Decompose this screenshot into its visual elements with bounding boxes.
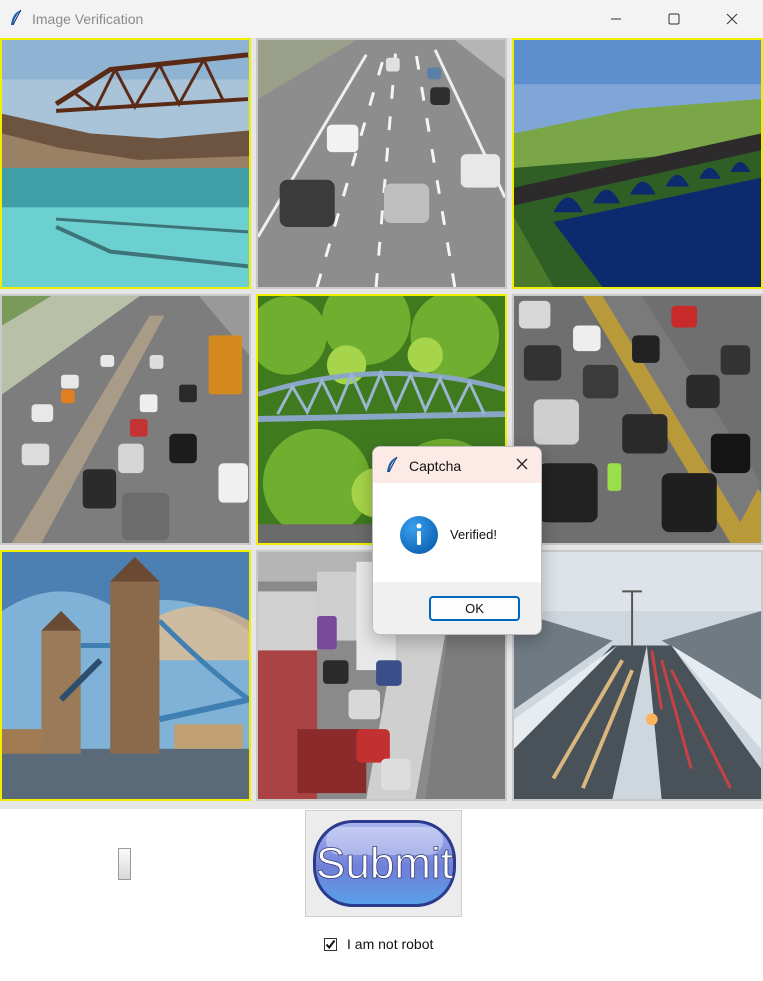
minimize-icon [611, 18, 621, 20]
grid-tile-2-highway[interactable] [256, 38, 507, 289]
submit-button-graphic: Submit [313, 820, 456, 907]
submit-button[interactable]: Submit [305, 810, 462, 917]
highway-traffic-image [2, 296, 249, 543]
robot-checkbox-row[interactable]: I am not robot [324, 935, 433, 953]
dialog-title-bar: Captcha [373, 447, 541, 483]
scale-handle[interactable] [118, 848, 131, 880]
grid-tile-7-bridge[interactable] [0, 550, 251, 801]
image-grid [0, 38, 763, 809]
maximize-button[interactable] [645, 0, 703, 38]
bridge-river-image [2, 40, 249, 287]
grid-tile-3-bridge[interactable] [512, 38, 763, 289]
traffic-jam-image [514, 296, 761, 543]
close-button[interactable] [703, 0, 761, 38]
dialog-message: Verified! [450, 527, 497, 542]
grid-tile-9-highway[interactable] [512, 550, 763, 801]
checkmark-icon [325, 939, 336, 949]
maximize-icon [668, 13, 680, 25]
captcha-dialog: Captcha Verified! OK [372, 446, 542, 635]
robot-checkbox-label: I am not robot [347, 936, 434, 952]
tower-bridge-image [2, 552, 249, 799]
dialog-close-icon[interactable] [515, 457, 529, 471]
close-icon [726, 13, 738, 25]
title-bar: Image Verification [0, 0, 763, 38]
robot-checkbox[interactable] [324, 937, 337, 951]
stone-viaduct-image [514, 40, 761, 287]
submit-label: Submit [316, 839, 453, 888]
snowy-highway-image [514, 552, 761, 799]
feather-icon [387, 456, 398, 473]
ok-button[interactable]: OK [429, 596, 520, 621]
grid-tile-1-bridge[interactable] [0, 38, 251, 289]
dialog-title: Captcha [409, 458, 462, 474]
feather-icon [11, 9, 22, 26]
info-icon [400, 516, 438, 554]
dialog-body: Verified! [373, 483, 541, 582]
window-title: Image Verification [32, 11, 144, 27]
minimize-button[interactable] [587, 0, 645, 38]
grid-tile-4-highway[interactable] [0, 294, 251, 545]
highway-image [258, 40, 505, 287]
dialog-footer: OK [373, 582, 541, 634]
grid-tile-6-highway[interactable] [512, 294, 763, 545]
